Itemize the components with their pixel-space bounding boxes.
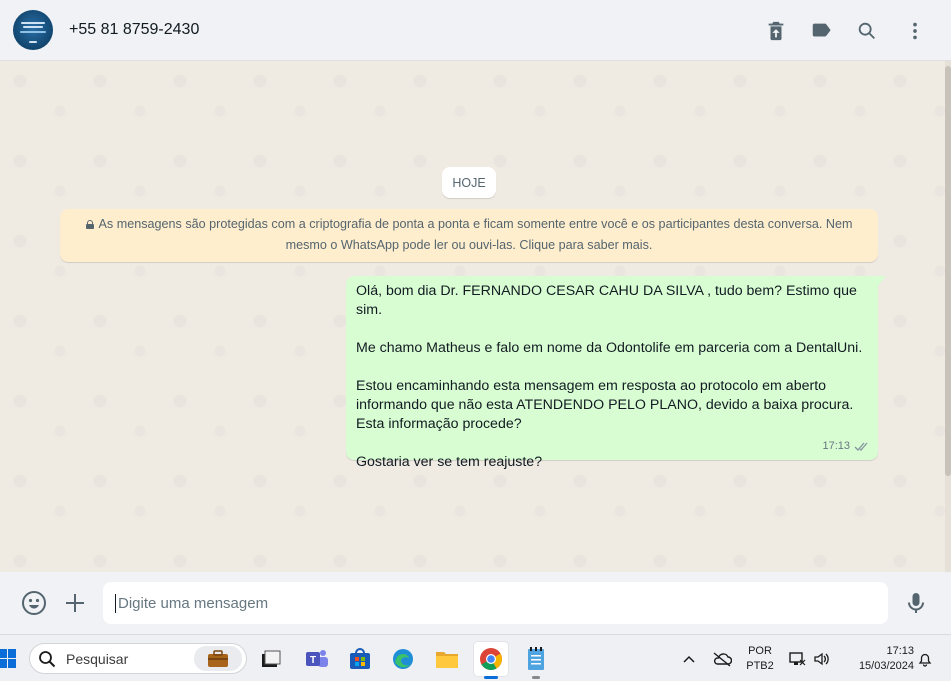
taskbar-search[interactable]: Pesquisar — [29, 643, 247, 674]
message-input-placeholder: Digite uma mensagem — [118, 594, 269, 612]
header-actions — [764, 0, 951, 61]
date-chip: HOJE — [442, 167, 496, 198]
svg-text:T: T — [310, 655, 316, 666]
plus-icon[interactable] — [61, 589, 89, 617]
briefcase-icon — [194, 646, 242, 671]
windows-start-icon[interactable] — [0, 649, 16, 669]
message-time: 17:13 — [822, 440, 850, 452]
active-app-indicator — [484, 676, 498, 679]
system-clock[interactable]: 17:13 15/03/2024 — [842, 635, 914, 681]
message-paragraph: Me chamo Matheus e falo em nome da Odont… — [356, 340, 863, 356]
message-meta: 17:13 — [822, 437, 870, 456]
message-paragraph: Olá, bom dia Dr. FERNANDO CESAR CAHU DA … — [356, 283, 857, 318]
network-icon[interactable] — [787, 635, 807, 681]
file-explorer-icon[interactable] — [254, 642, 288, 676]
language-indicator[interactable]: POR PTB2 — [742, 635, 778, 681]
bubble-tail — [878, 276, 886, 286]
clock-time: 17:13 — [886, 644, 914, 657]
double-check-icon — [854, 442, 868, 451]
language-line2: PTB2 — [746, 659, 774, 672]
scroll-thumb[interactable] — [945, 66, 951, 476]
search-icon[interactable] — [855, 19, 879, 43]
text-caret — [115, 593, 116, 613]
message-input[interactable]: Digite uma mensagem — [103, 582, 888, 624]
mic-icon[interactable] — [902, 589, 930, 617]
message-paragraph: Gostaria ver se tem reajuste? — [356, 454, 543, 470]
language-line1: POR — [748, 644, 772, 657]
menu-icon[interactable] — [903, 19, 927, 43]
emoji-icon[interactable] — [20, 589, 48, 617]
os-taskbar: Pesquisar T POR PTB2 17:13 15/03/2024 — [0, 634, 951, 681]
notepad-icon[interactable] — [519, 642, 553, 679]
teams-icon[interactable]: T — [300, 642, 334, 676]
tray-chevron-icon[interactable] — [680, 635, 698, 681]
onedrive-offline-icon[interactable] — [710, 635, 734, 681]
taskbar-search-placeholder: Pesquisar — [66, 650, 129, 667]
outgoing-message[interactable]: Olá, bom dia Dr. FERNANDO CESAR CAHU DA … — [346, 276, 878, 470]
chat-scrollbar[interactable] — [945, 61, 951, 572]
edge-icon[interactable] — [386, 642, 420, 676]
lock-icon — [85, 220, 94, 229]
contact-avatar[interactable] — [13, 10, 53, 50]
message-composer: Digite uma mensagem — [0, 572, 951, 634]
store-icon[interactable] — [343, 642, 377, 676]
volume-icon[interactable] — [812, 635, 832, 681]
folder-icon[interactable] — [430, 642, 464, 676]
chat-header: +55 81 8759-2430 — [0, 0, 951, 61]
label-icon[interactable] — [809, 19, 833, 43]
notification-bell-icon[interactable] — [916, 635, 934, 681]
clock-date: 15/03/2024 — [858, 659, 914, 672]
contact-name[interactable]: +55 81 8759-2430 — [69, 21, 199, 39]
encryption-notice-text: As mensagens são protegidas com a cripto… — [98, 217, 853, 252]
message-paragraph: Estou encaminhando esta mensagem em resp… — [356, 378, 854, 432]
encryption-notice[interactable]: As mensagens são protegidas com a cripto… — [60, 209, 878, 262]
delete-icon[interactable] — [764, 19, 788, 43]
chrome-icon[interactable] — [474, 642, 508, 679]
running-app-indicator — [532, 676, 540, 679]
search-icon — [39, 650, 56, 667]
